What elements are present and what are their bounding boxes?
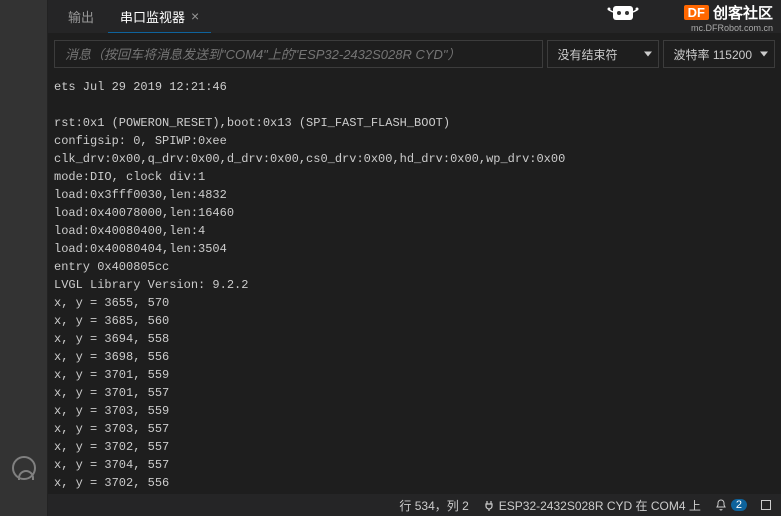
cursor-position[interactable]: 行 534，列 2 <box>399 497 468 514</box>
status-text: ESP32-2432S028R CYD 在 COM4 上 <box>499 497 701 514</box>
panel-container: 输出 串口监视器 × DF 创客社区 mc.DFRobot.com.cn 没有结… <box>48 0 781 492</box>
notif-count: 2 <box>731 499 747 511</box>
watermark-logo: DF 创客社区 mc.DFRobot.com.cn <box>684 2 773 33</box>
notifications-button[interactable]: 2 <box>715 499 747 511</box>
dropdown-label: 波特率 115200 <box>674 46 753 63</box>
tab-label: 串口监视器 <box>120 7 185 26</box>
status-text: 行 534，列 2 <box>399 497 468 514</box>
serial-controls: 没有结束符 波特率 115200 <box>48 34 781 74</box>
layout-icon <box>761 500 771 510</box>
chevron-down-icon <box>760 52 768 57</box>
tab-output[interactable]: 输出 <box>56 1 106 32</box>
status-bar: 行 534，列 2 ESP32-2432S028R CYD 在 COM4 上 2 <box>48 494 781 516</box>
bell-icon <box>715 499 727 511</box>
robot-icon <box>605 0 641 28</box>
board-status[interactable]: ESP32-2432S028R CYD 在 COM4 上 <box>483 497 701 514</box>
logo-df-badge: DF <box>684 5 709 20</box>
tab-serial-monitor[interactable]: 串口监视器 × <box>108 1 211 33</box>
account-icon[interactable] <box>12 456 36 480</box>
tab-label: 输出 <box>68 7 94 26</box>
message-input[interactable] <box>54 40 543 68</box>
chevron-down-icon <box>644 52 652 57</box>
activity-bar <box>0 0 48 516</box>
close-icon[interactable]: × <box>191 8 199 24</box>
logo-title: 创客社区 <box>713 2 773 23</box>
dropdown-label: 没有结束符 <box>558 46 618 63</box>
serial-output[interactable]: ets Jul 29 2019 12:21:46 rst:0x1 (POWERO… <box>48 74 781 492</box>
baud-rate-select[interactable]: 波特率 115200 <box>663 40 776 68</box>
logo-subtitle: mc.DFRobot.com.cn <box>691 23 773 33</box>
line-ending-select[interactable]: 没有结束符 <box>547 40 659 68</box>
panel-tabs: 输出 串口监视器 × DF 创客社区 mc.DFRobot.com.cn <box>48 0 781 34</box>
plug-icon <box>483 499 495 511</box>
layout-button[interactable] <box>761 500 771 510</box>
